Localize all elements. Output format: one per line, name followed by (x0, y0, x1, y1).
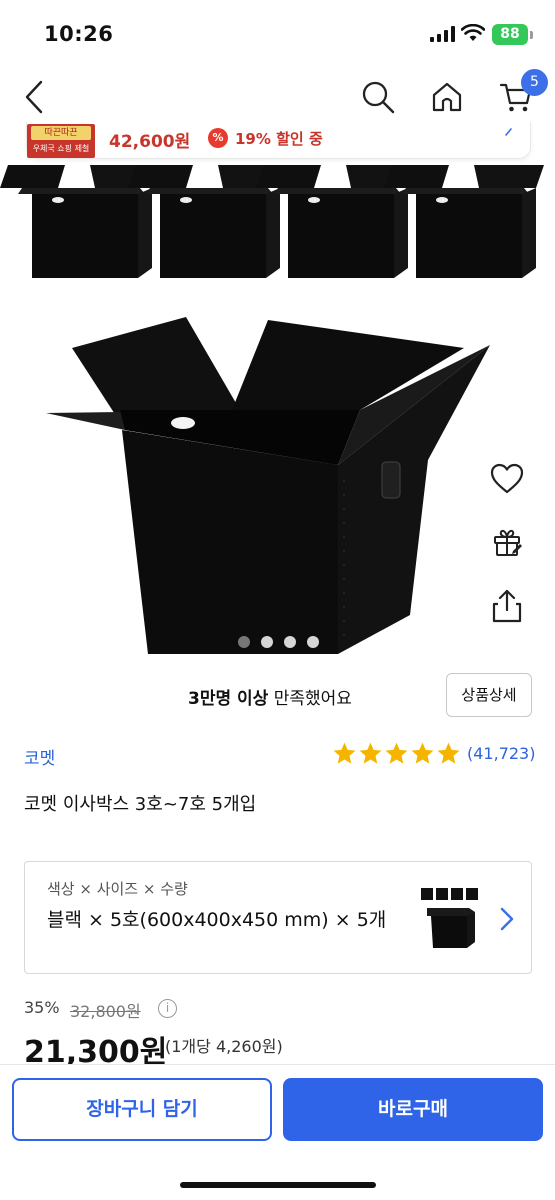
review-count: (41,723) (467, 744, 536, 763)
promo-banner[interactable]: 따끈따끈 우체국 쇼핑 제철 42,600원 % 19% 할인 중 (26, 122, 531, 159)
promo-logo-title: 따끈따끈 (31, 126, 91, 140)
promo-logo-subtitle: 우체국 쇼핑 제철 (32, 144, 90, 153)
carousel-dot[interactable] (238, 636, 250, 648)
cellular-signal-icon (430, 26, 455, 42)
star-icon (359, 742, 382, 764)
status-bar: 10:26 88 (0, 0, 555, 64)
original-price: 32,800원 (70, 1002, 141, 1021)
option-value: 블랙 × 5호(600x400x450 mm) × 5개 (47, 909, 387, 931)
heart-icon (490, 463, 524, 494)
wishlist-button[interactable] (489, 461, 525, 497)
unit-price: (1개당 4,260원) (165, 1037, 283, 1056)
chevron-right-icon (505, 128, 512, 136)
cart-count-badge: 5 (521, 69, 548, 96)
home-icon (432, 82, 462, 112)
info-icon[interactable]: i (158, 999, 177, 1018)
add-to-cart-button[interactable]: 장바구니 담기 (12, 1078, 272, 1141)
promo-discount: 19% 할인 중 (235, 130, 323, 148)
chevron-left-icon (25, 80, 43, 114)
product-title: 코멧 이사박스 3호~7호 5개입 (24, 794, 257, 815)
battery-icon: 88 (492, 24, 528, 45)
search-icon (362, 81, 395, 114)
option-selector[interactable]: 색상 × 사이즈 × 수량 블랙 × 5호(600x400x450 mm) × … (24, 861, 532, 974)
gift-button[interactable] (489, 524, 525, 560)
carousel-dot[interactable] (261, 636, 273, 648)
star-icon (333, 742, 356, 764)
home-button[interactable] (425, 64, 469, 130)
percent-icon: % (208, 128, 228, 148)
back-button[interactable] (14, 64, 54, 130)
promo-logo: 따끈따끈 우체국 쇼핑 제철 (27, 124, 95, 158)
satisfaction-text: 만족했어요 (273, 689, 352, 709)
rating[interactable]: (41,723) (332, 741, 535, 766)
star-icon (437, 742, 460, 764)
option-thumbnail (421, 888, 478, 948)
status-time: 10:26 (44, 22, 114, 46)
battery-tip (530, 31, 533, 39)
carousel-dot[interactable] (307, 636, 319, 648)
home-indicator (180, 1182, 376, 1188)
chevron-right-icon (500, 907, 514, 931)
star-icon (411, 742, 434, 764)
wifi-icon (461, 24, 485, 41)
buy-now-button[interactable]: 바로구매 (283, 1078, 543, 1141)
box-row-image (0, 165, 544, 278)
option-label: 색상 × 사이즈 × 수량 (47, 880, 188, 898)
large-box-image (46, 317, 490, 654)
search-button[interactable] (356, 64, 400, 130)
carousel-dot[interactable] (284, 636, 296, 648)
satisfaction-summary: 3만명 이상 만족했어요 (188, 684, 352, 709)
product-photo (0, 165, 544, 654)
share-button[interactable] (489, 588, 525, 624)
satisfaction-highlight: 3만명 이상 (188, 689, 269, 709)
navigation-bar (0, 64, 555, 130)
product-image-gallery[interactable] (0, 160, 555, 654)
brand-link[interactable]: 코멧 (24, 744, 55, 769)
product-detail-button[interactable]: 상품상세 (446, 673, 532, 717)
bottom-action-bar: 장바구니 담기 바로구매 (0, 1064, 555, 1200)
promo-price: 42,600원 (109, 132, 191, 152)
discount-rate: 35% (24, 998, 60, 1017)
carousel-indicator (238, 636, 319, 648)
gift-icon (494, 529, 522, 556)
star-icon (385, 742, 408, 764)
share-icon (492, 589, 522, 623)
